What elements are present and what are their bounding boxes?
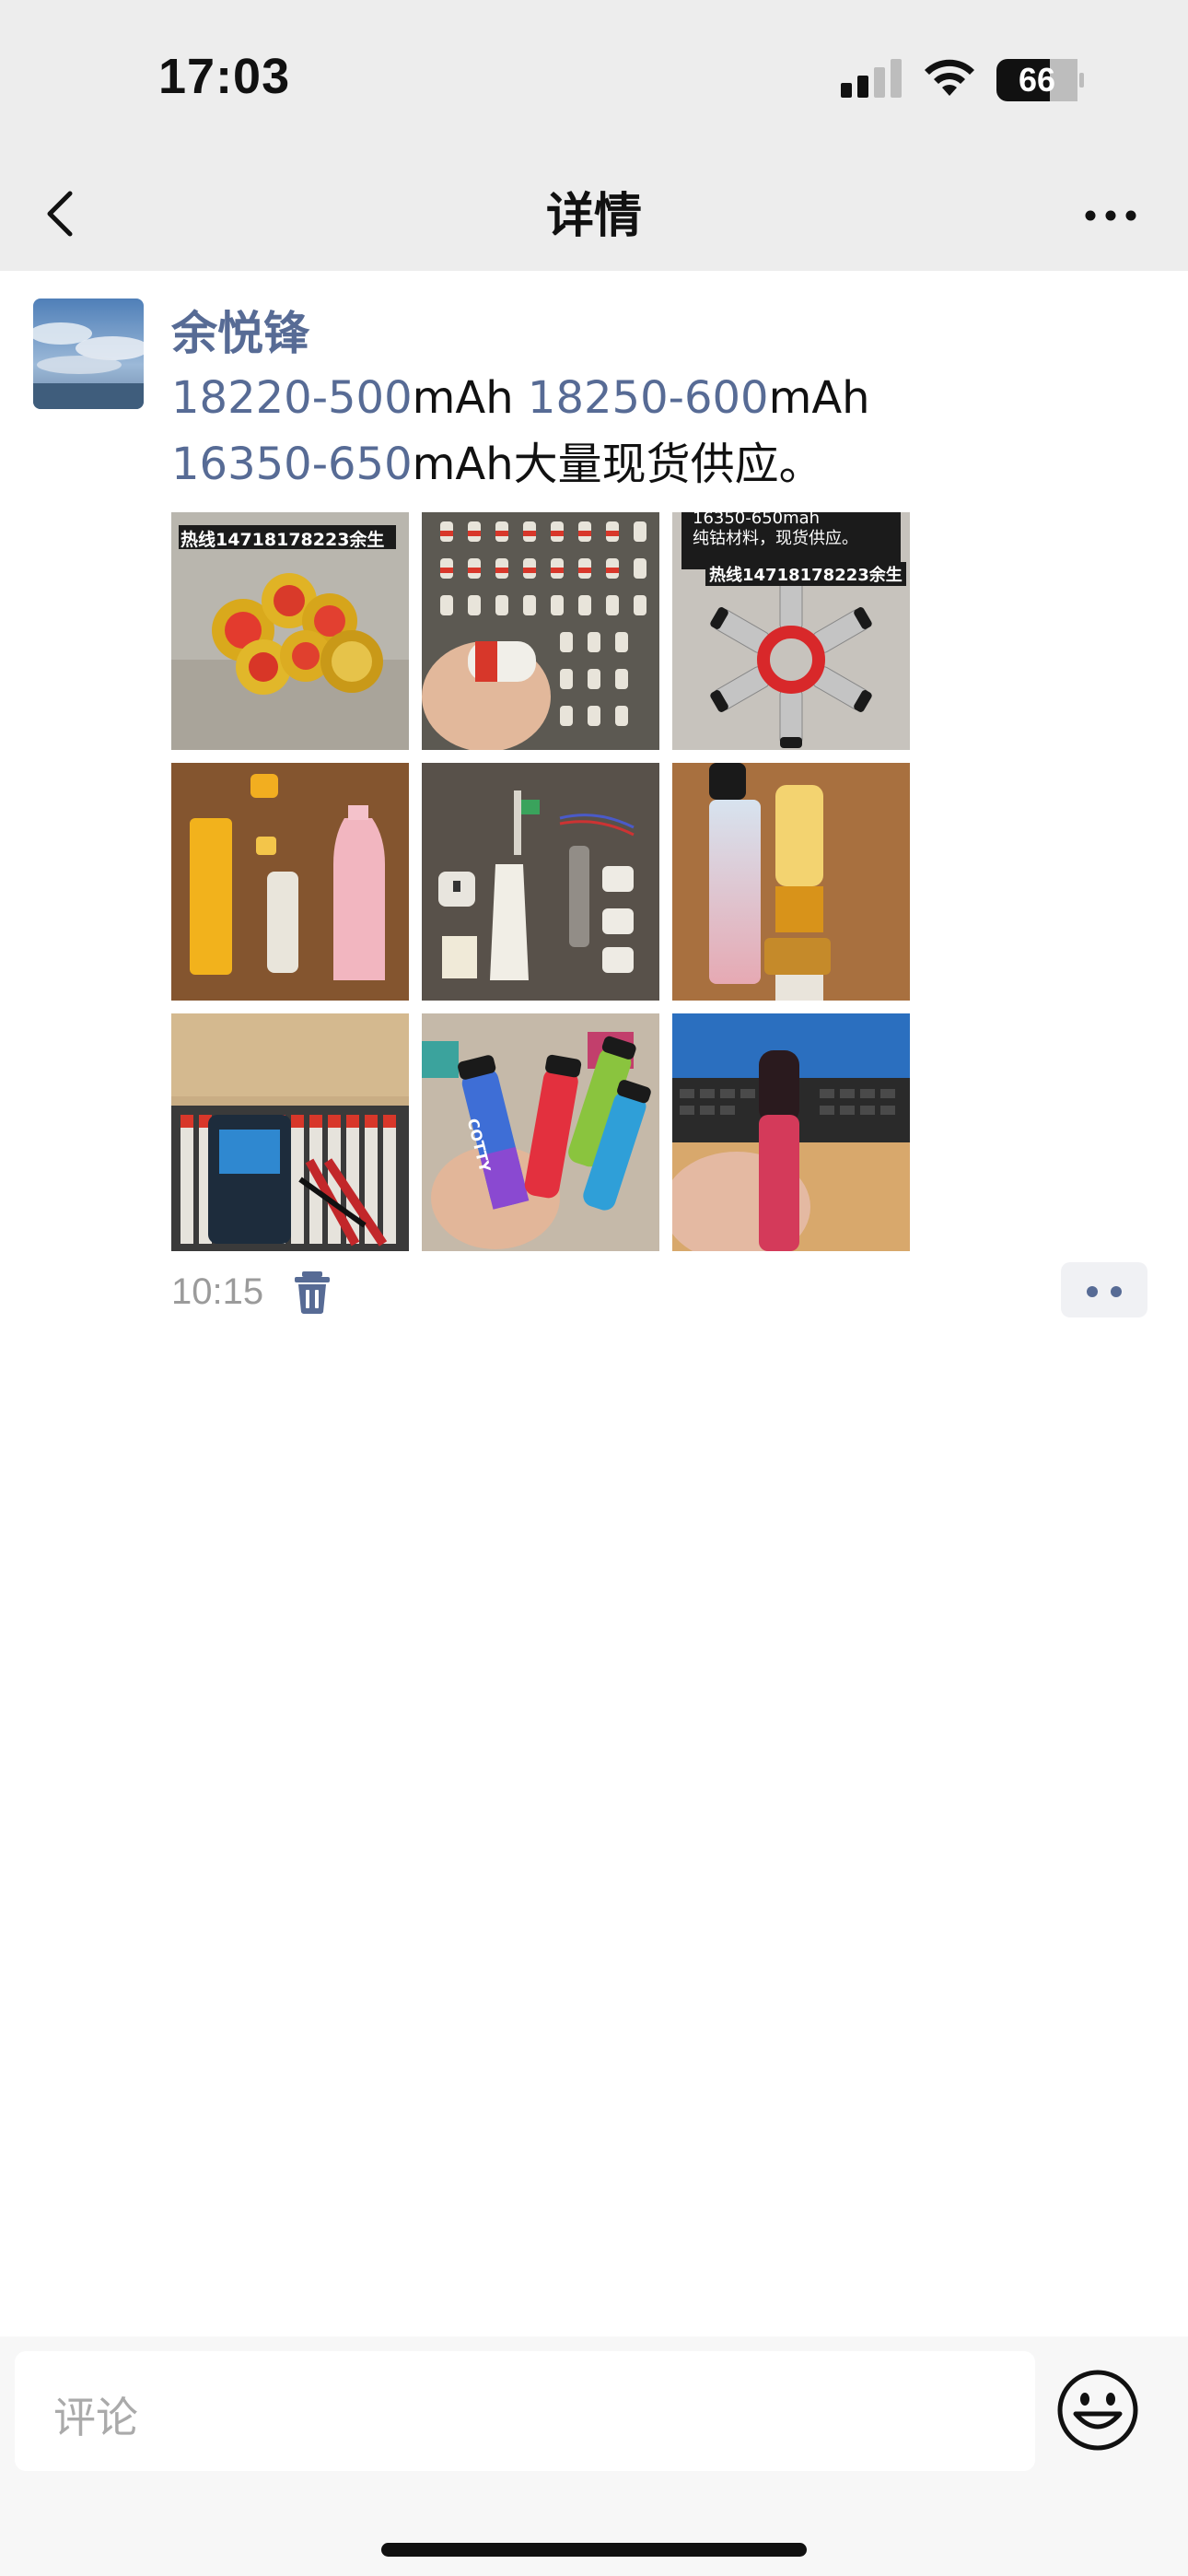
post-text-link[interactable]: 18220-500 <box>171 372 413 424</box>
post-image[interactable] <box>171 763 409 1001</box>
comment-bar: 评论 <box>0 2336 1188 2576</box>
emoji-button[interactable] <box>1055 2368 1140 2453</box>
image-caption: 热线14718178223余生 <box>181 530 385 550</box>
author-name[interactable]: 余悦锋 <box>171 297 309 363</box>
image-caption: 热线14718178223余生 <box>705 562 906 586</box>
home-indicator[interactable] <box>381 2543 807 2557</box>
avatar[interactable] <box>33 299 144 409</box>
dot-icon <box>1111 1286 1122 1297</box>
post-text-link[interactable]: 16350-650 <box>171 439 413 490</box>
post-text-segment: mAh <box>412 372 528 424</box>
post-text-segment: mAh <box>768 372 870 424</box>
post-image[interactable] <box>422 512 659 750</box>
post-text: 18220-500mAh 18250-600mAh 16350-650mAh大量… <box>171 365 1147 498</box>
image-grid: 热线14718178223余生 16350-650mah 纯钴材料，现货供应。 … <box>171 512 910 1251</box>
image-caption-line2: 纯钴材料，现货供应。 <box>693 529 858 548</box>
post-image[interactable] <box>171 1013 409 1251</box>
post-image[interactable] <box>422 763 659 1001</box>
page-title: 详情 <box>545 189 642 244</box>
post-time: 10:15 <box>171 1271 264 1312</box>
post-image[interactable] <box>672 763 910 1001</box>
navigation-bar: 详情 <box>0 157 1188 271</box>
battery-icon: 66 <box>996 59 1085 105</box>
like-comment-button[interactable] <box>1061 1262 1147 1317</box>
status-time: 17:03 <box>158 49 291 104</box>
delete-button[interactable] <box>291 1268 333 1316</box>
comment-placeholder: 评论 <box>53 2393 138 2442</box>
post-text-segment: mAh大量现货供应。 <box>412 439 823 490</box>
post-image[interactable]: 16350-650mah 纯钴材料，现货供应。 热线14718178223余生 <box>672 512 910 750</box>
post-meta-row: 10:15 <box>171 1262 1147 1327</box>
smiley-face-icon <box>1057 2370 1138 2451</box>
wifi-icon <box>921 55 978 101</box>
trash-icon <box>295 1271 330 1314</box>
status-bar: 17:03 66 <box>0 0 1188 157</box>
post-image[interactable] <box>672 1013 910 1251</box>
post-image[interactable]: 热线14718178223余生 <box>171 512 409 750</box>
more-button[interactable] <box>1076 184 1149 243</box>
more-dots-icon <box>1085 210 1136 221</box>
battery-level: 66 <box>1018 61 1056 99</box>
post-image[interactable]: COTTY <box>422 1013 659 1251</box>
comment-input[interactable]: 评论 <box>15 2351 1035 2471</box>
cellular-signal-icon <box>841 59 903 101</box>
dot-icon <box>1087 1286 1098 1297</box>
post-text-link[interactable]: 18250-600 <box>528 372 769 424</box>
